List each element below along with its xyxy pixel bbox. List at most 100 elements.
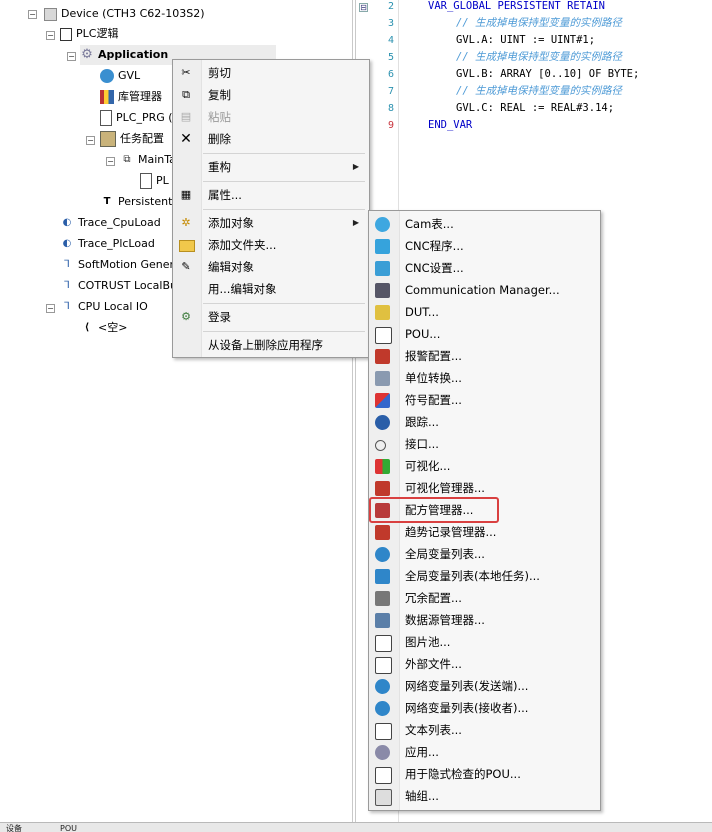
- submenu-item-external-file[interactable]: 外部文件...: [369, 653, 600, 675]
- line-number: 7: [387, 86, 394, 97]
- menu-item-delete[interactable]: ✕ 删除: [173, 128, 369, 150]
- submenu-item-symbol-config[interactable]: 符号配置...: [369, 389, 600, 411]
- submenu-item-datasource-manager[interactable]: 数据源管理器...: [369, 609, 600, 631]
- submenu-item-global-variable-list[interactable]: 全局变量列表...: [369, 543, 600, 565]
- redundancy-icon: [375, 591, 390, 606]
- datasource-icon: [375, 613, 390, 628]
- code-line: VAR_GLOBAL PERSISTENT RETAIN: [428, 0, 606, 12]
- tree-node-pl[interactable]: PL: [140, 171, 169, 191]
- cnc-program-icon: [375, 239, 390, 254]
- tree-node-device[interactable]: Device (CTH3 C62-103S2): [44, 4, 205, 24]
- code-line: // 生成掉电保持型变量的实例路径: [456, 85, 622, 97]
- task-icon: ⧉: [123, 154, 131, 165]
- tree-node-empty-slot[interactable]: ⟨ <空>: [80, 318, 128, 338]
- interface-icon: [375, 440, 386, 451]
- submenu-item-implicit-check-pou[interactable]: 用于隐式检查的POU...: [369, 763, 600, 785]
- menu-item-cut[interactable]: ✂ 剪切: [173, 62, 369, 84]
- submenu-item-dut[interactable]: DUT...: [369, 301, 600, 323]
- submenu-item-pou[interactable]: POU...: [369, 323, 600, 345]
- menu-item-copy[interactable]: ⧉ 复制: [173, 84, 369, 106]
- collapse-icon[interactable]: −: [106, 157, 115, 166]
- plc-logic-icon: [60, 27, 72, 41]
- menu-separator: [203, 209, 365, 210]
- submenu-item-communication-manager[interactable]: Communication Manager...: [369, 279, 600, 301]
- visualization-manager-icon: [375, 481, 390, 496]
- line-number: 3: [387, 18, 394, 29]
- collapse-icon[interactable]: −: [86, 136, 95, 145]
- menu-separator: [203, 331, 365, 332]
- tree-node-trace-cpuload[interactable]: ◐ Trace_CpuLoad: [60, 213, 161, 233]
- submenu-item-image-pool[interactable]: 图片池...: [369, 631, 600, 653]
- collapse-icon[interactable]: −: [28, 10, 37, 19]
- code-line: GVL.C: REAL := REAL#3.14;: [456, 102, 615, 114]
- code-line: END_VAR: [428, 119, 473, 131]
- network-globe-icon: [375, 679, 390, 694]
- submenu-item-network-variable-sender[interactable]: 网络变量列表(发送端)...: [369, 675, 600, 697]
- cnc-settings-icon: [375, 261, 390, 276]
- tree-node-gvl[interactable]: GVL: [100, 66, 140, 86]
- line-number: 2: [387, 1, 394, 12]
- tree-node-cotrust[interactable]: ⅂ COTRUST LocalBus: [60, 276, 183, 296]
- properties-icon: ▦: [180, 188, 192, 201]
- visualization-icon: [375, 459, 390, 474]
- menu-item-refactor[interactable]: 重构 ▶: [173, 156, 369, 178]
- line-number: 9: [387, 120, 394, 131]
- submenu-item-cam-table[interactable]: Cam表...: [369, 213, 600, 235]
- collapse-icon[interactable]: −: [67, 52, 76, 61]
- submenu-item-cnc-program[interactable]: CNC程序...: [369, 235, 600, 257]
- menu-item-properties[interactable]: ▦ 属性...: [173, 184, 369, 206]
- tree-node-plc-prg[interactable]: PLC_PRG (: [100, 108, 173, 128]
- tree-node-trace-plcload[interactable]: ◐ Trace_PlcLoad: [60, 234, 155, 254]
- tree-node-plc-logic[interactable]: PLC逻辑: [60, 24, 118, 44]
- menu-item-paste[interactable]: ▤ 粘贴: [173, 106, 369, 128]
- paste-icon: ▤: [180, 110, 192, 123]
- submenu-item-visualization-manager[interactable]: 可视化管理器...: [369, 477, 600, 499]
- communication-icon: [375, 283, 390, 298]
- menu-item-login[interactable]: ⚙ 登录: [173, 306, 369, 328]
- context-menu: ✂ 剪切 ⧉ 复制 ▤ 粘贴 ✕ 删除 重构 ▶ ▦ 属性... ✲ 添加对象 ▶ 添加文件夹.…: [172, 59, 370, 358]
- submenu-item-trend-manager[interactable]: 趋势记录管理器...: [369, 521, 600, 543]
- external-file-icon: [375, 657, 392, 674]
- collapse-icon[interactable]: −: [46, 304, 55, 313]
- submenu-item-application[interactable]: 应用...: [369, 741, 600, 763]
- submenu-item-axis-group[interactable]: 轴组...: [369, 785, 600, 807]
- tree-node-main-task[interactable]: ⧉ MainTa: [120, 150, 175, 170]
- submenu-item-visualization[interactable]: 可视化...: [369, 455, 600, 477]
- submenu-item-cnc-settings[interactable]: CNC设置...: [369, 257, 600, 279]
- submenu-item-network-variable-receiver[interactable]: 网络变量列表(接收者)...: [369, 697, 600, 719]
- fold-toggle-icon[interactable]: ⊟: [359, 3, 368, 12]
- symbol-config-icon: [375, 393, 390, 408]
- persistent-icon: T: [103, 196, 111, 207]
- submenu-item-redundancy-config[interactable]: 冗余配置...: [369, 587, 600, 609]
- line-number: 4: [387, 35, 394, 46]
- submenu-item-global-variable-list-local[interactable]: 全局变量列表(本地任务)...: [369, 565, 600, 587]
- delete-icon: ✕: [180, 131, 192, 147]
- menu-item-add-folder[interactable]: 添加文件夹...: [173, 234, 369, 256]
- text-list-icon: [375, 723, 392, 740]
- submenu-item-interface[interactable]: 接口...: [369, 433, 600, 455]
- gear-icon: [375, 745, 390, 760]
- submenu-item-unit-conversion[interactable]: 单位转换...: [369, 367, 600, 389]
- menu-item-edit-object-with[interactable]: 用...编辑对象: [173, 278, 369, 300]
- pou-icon: [375, 327, 392, 344]
- tree-node-task-config[interactable]: 任务配置: [100, 129, 164, 149]
- menu-item-remove-application[interactable]: 从设备上删除应用程序: [173, 334, 369, 356]
- submenu-item-trace[interactable]: 跟踪...: [369, 411, 600, 433]
- scissors-icon: ✂: [181, 66, 191, 79]
- edit-document-icon: ✎: [181, 260, 191, 273]
- submenu-item-text-list[interactable]: 文本列表...: [369, 719, 600, 741]
- menu-item-add-object[interactable]: ✲ 添加对象 ▶: [173, 212, 369, 234]
- folder-icon: [179, 240, 195, 252]
- connector-icon: ⟨: [84, 322, 90, 333]
- cam-table-icon: [375, 217, 390, 232]
- tree-node-persistent[interactable]: T Persistent: [100, 192, 173, 212]
- tree-node-library-manager[interactable]: 库管理器: [100, 87, 162, 107]
- tree-node-softmotion[interactable]: ⅂ SoftMotion Genera: [60, 255, 181, 275]
- menu-item-edit-object[interactable]: ✎ 编辑对象: [173, 256, 369, 278]
- globe-icon: [100, 69, 114, 83]
- collapse-icon[interactable]: −: [46, 31, 55, 40]
- code-line: GVL.A: UINT := UINT#1;: [456, 34, 596, 46]
- menu-separator: [203, 153, 365, 154]
- submenu-item-alarm-config[interactable]: 报警配置...: [369, 345, 600, 367]
- tree-node-cpu-local-io[interactable]: ⅂ CPU Local IO: [60, 297, 148, 317]
